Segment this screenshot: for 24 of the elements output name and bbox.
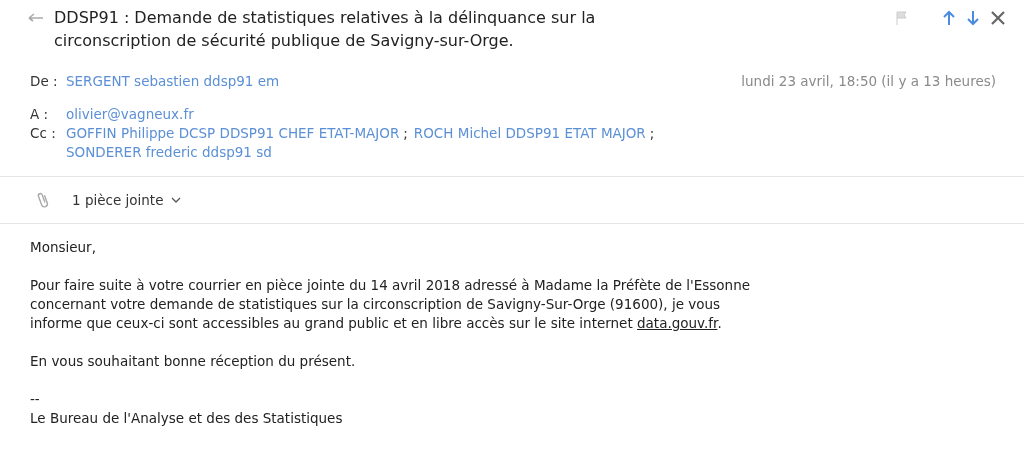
email-date: lundi 23 avril, 18:50 (il y a 13 heures): [741, 72, 996, 91]
recipient-name[interactable]: SONDERER frederic ddsp91 sd: [66, 143, 272, 162]
recipient-name[interactable]: olivier@vagneux.fr: [66, 105, 194, 124]
attachments-toggle[interactable]: 1 pièce jointe: [72, 192, 182, 208]
down-arrow-icon[interactable]: [966, 10, 980, 26]
separator: ;: [649, 124, 655, 143]
body-paragraph: Monsieur,: [30, 238, 97, 257]
from-label: De :: [30, 72, 59, 91]
to-label: A :: [30, 105, 50, 124]
body-paragraph: En vous souhaitant bonne réception du présent.: [30, 352, 357, 371]
recipient-name[interactable]: GOFFIN Philippe DCSP DDSP91 CHEF ETAT-MAJOR: [66, 124, 400, 143]
website-link[interactable]: data.gouv.fr: [637, 315, 718, 331]
up-arrow-icon[interactable]: [942, 10, 956, 26]
back-arrow-icon[interactable]: [28, 13, 44, 23]
body-paragraph: Pour faire suite à votre courrier en pièce jointe du 14 avril 2018 adressé à Madame la Préfète de l'Essonne concernant votre demande de statistiques sur la circonscription de Savigny-Sur-Orge (91600), je vous informe que ceux-ci sont accessibles au grand public et en libre accès sur le site internet data.gouv.fr.: [30, 276, 752, 333]
caret-icon: [171, 197, 182, 203]
close-icon[interactable]: [990, 10, 1006, 26]
separator: ;: [403, 124, 408, 143]
recipient-name[interactable]: ROCH Michel DDSP91 ETAT MAJOR: [413, 124, 646, 143]
email-subject: DDSP91 : Demande de statistiques relatives à la délinquance sur la circonscription de sécurité publique de Savigny-sur-Orge.: [54, 7, 597, 52]
paperclip-icon: [36, 191, 50, 209]
cc-label: Cc :: [30, 124, 57, 143]
sender-name[interactable]: SERGENT sebastien ddsp91 em: [66, 72, 280, 91]
body-paragraph: -- Le Bureau de l'Analyse et des des Statistiques: [30, 390, 344, 428]
